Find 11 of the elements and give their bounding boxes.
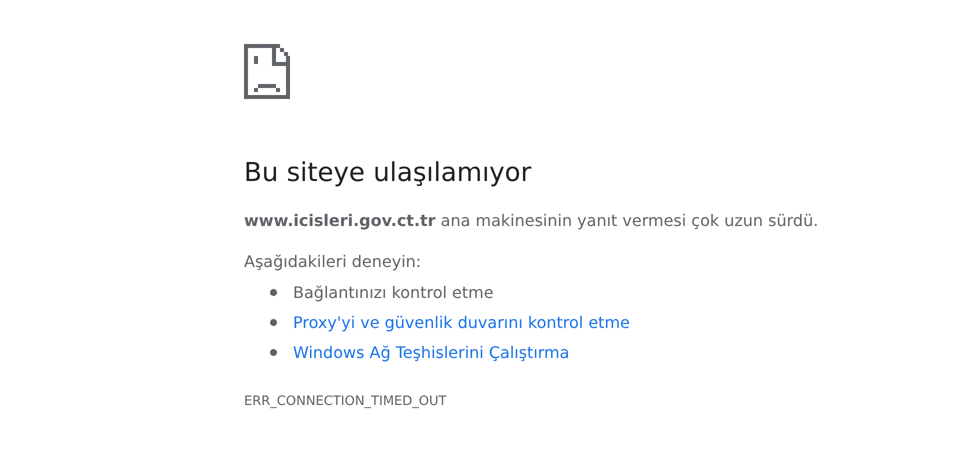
error-message: www.icisleri.gov.ct.tr ana makinesinin yanıt vermesi çok uzun sürdü. <box>244 210 820 232</box>
error-heading: Bu siteye ulaşılamıyor <box>244 157 532 190</box>
bullet-dot <box>270 289 277 296</box>
error-code: ERR_CONNECTION_TIMED_OUT <box>244 392 448 411</box>
suggestion-text: Bağlantınızı kontrol etme <box>293 282 494 304</box>
suggestion-link[interactable]: Windows Ağ Teşhislerini Çalıştırma <box>293 340 570 365</box>
suggestion-link[interactable]: Proxy'yi ve güvenlik duvarını kontrol etme <box>293 310 630 335</box>
bullet-dot <box>270 319 277 326</box>
bullet-dot <box>270 349 277 356</box>
suggestions-heading: Aşağıdakileri deneyin: <box>244 250 422 273</box>
sad-document-icon <box>244 44 290 99</box>
